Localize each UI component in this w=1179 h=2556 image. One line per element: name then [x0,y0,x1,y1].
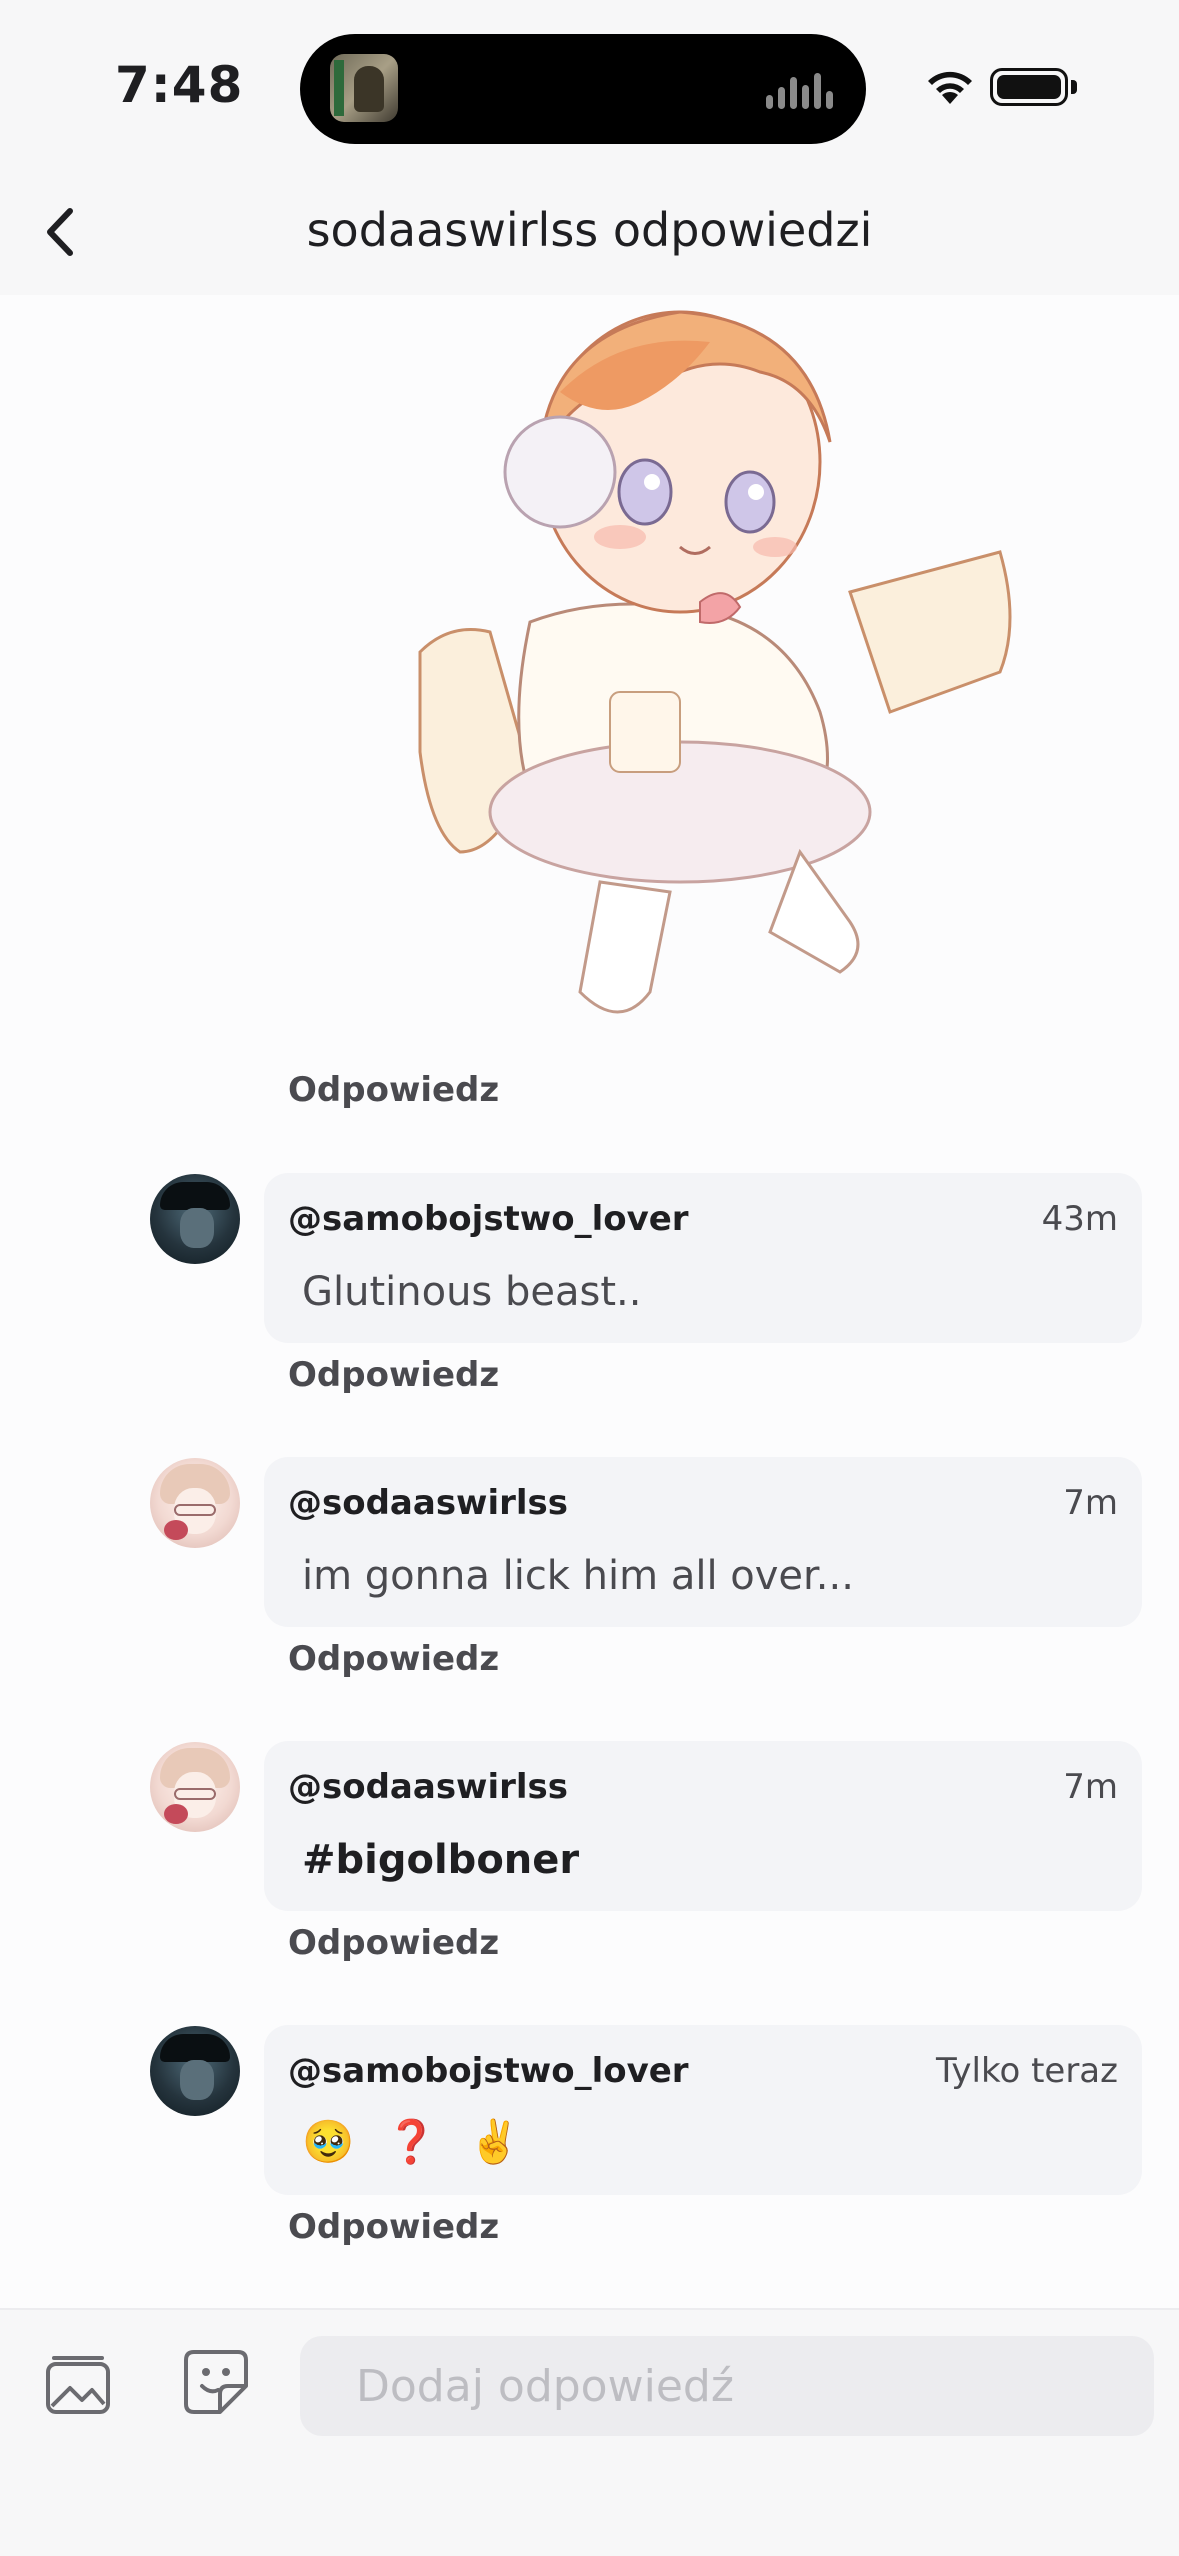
dynamic-island[interactable] [300,34,866,144]
now-playing-artwork [330,54,398,122]
comment-timestamp: 43m [1041,1199,1118,1239]
comment-username[interactable]: @sodaaswirlss [288,1767,568,1807]
comment-bubble: @samobojstwo_lover Tylko teraz 🥹 ❓ ✌️ [264,2025,1142,2195]
comment-hashtag[interactable]: #bigolboner [302,1837,579,1883]
victory-hand-emoji: ✌️ [468,2117,521,2166]
wifi-icon [928,71,972,104]
audio-waveform-icon [766,69,836,109]
image-icon[interactable] [42,2350,114,2422]
comment-timestamp: 7m [1063,1767,1118,1807]
page-title: sodaaswirlss odpowiedzi [306,203,873,257]
post-reply-link[interactable]: Odpowiedz [288,1070,499,1110]
nav-header: sodaaswirlss odpowiedzi [0,175,1179,295]
comment-reply-link[interactable]: Odpowiedz [288,1355,499,1395]
comment-text: im gonna lick him all over... [302,1553,854,1599]
comment-emojis: 🥹 ❓ ✌️ [302,2117,538,2167]
avatar[interactable] [150,1174,240,1264]
reply-composer [0,2310,1179,2556]
pleading-face-emoji: 🥹 [302,2117,355,2166]
battery-icon [990,68,1068,106]
comment-timestamp: Tylko teraz [935,2051,1118,2091]
status-time: 7:48 [115,56,244,114]
avatar[interactable] [150,2026,240,2116]
comment-reply-link[interactable]: Odpowiedz [288,1639,499,1679]
comment-reply-link[interactable]: Odpowiedz [288,1923,499,1963]
question-mark-emoji: ❓ [385,2117,438,2166]
avatar[interactable] [150,1458,240,1548]
comment-bubble: @sodaaswirlss 7m im gonna lick him all o… [264,1457,1142,1627]
reply-input[interactable] [300,2336,1154,2436]
post-image [418,310,1012,1014]
comment-username[interactable]: @samobojstwo_lover [288,2051,689,2091]
sticker-icon[interactable] [180,2346,252,2418]
status-bar: 7:48 [0,0,1179,175]
comment-username[interactable]: @sodaaswirlss [288,1483,568,1523]
comment-reply-link[interactable]: Odpowiedz [288,2207,499,2247]
comment-bubble: @samobojstwo_lover 43m Glutinous beast.. [264,1173,1142,1343]
comment-text: Glutinous beast.. [302,1269,642,1315]
comment-bubble: @sodaaswirlss 7m #bigolboner [264,1741,1142,1911]
avatar[interactable] [150,1742,240,1832]
comment-timestamp: 7m [1063,1483,1118,1523]
comment-username[interactable]: @samobojstwo_lover [288,1199,689,1239]
